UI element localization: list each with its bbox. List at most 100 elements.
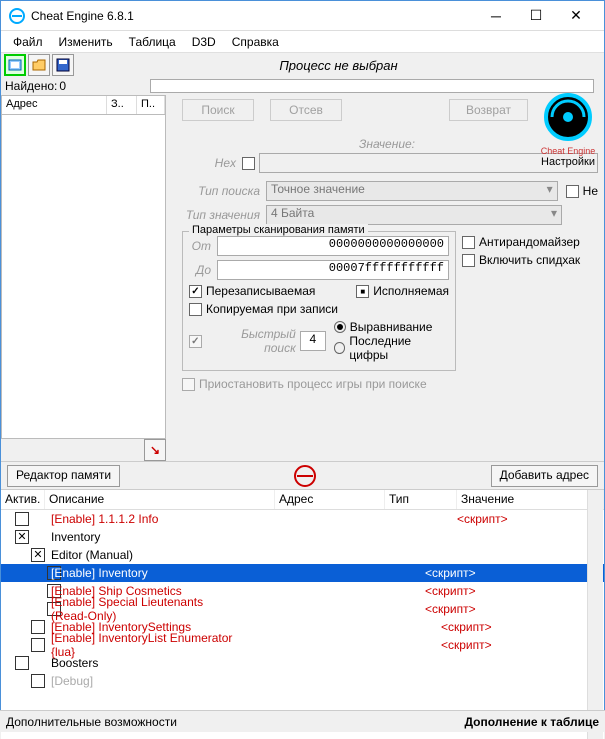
- address-list[interactable]: [Enable] 1.1.1.2 Info <скрипт> Inventory Ed…: [1, 510, 604, 690]
- clear-list-icon[interactable]: [294, 465, 316, 487]
- memory-view-button[interactable]: Редактор памяти: [7, 465, 120, 487]
- table-extras-link[interactable]: Дополнение к таблице: [464, 715, 599, 729]
- open-process-button[interactable]: [4, 54, 26, 76]
- process-status: Процесс не выбран: [75, 58, 602, 73]
- menu-d3d[interactable]: D3D: [184, 33, 224, 51]
- alignment-label: Выравнивание: [350, 320, 433, 334]
- settings-link[interactable]: Настройки: [536, 156, 600, 168]
- row-description: [Enable] Inventory: [45, 566, 243, 580]
- minimize-button[interactable]: ─: [476, 2, 516, 30]
- logo-area[interactable]: Cheat Engine Настройки: [536, 91, 600, 168]
- row-description: [Enable] Special Lieutenants (Read-Only): [45, 595, 243, 623]
- range-start-input[interactable]: 0000000000000000: [217, 236, 449, 256]
- value-type-select[interactable]: 4 Байта: [266, 205, 562, 225]
- speedhack-checkbox[interactable]: [462, 254, 475, 267]
- row-description: [Enable] 1.1.1.2 Info: [45, 512, 275, 526]
- first-scan-button[interactable]: Поиск: [182, 99, 254, 121]
- advanced-options-link[interactable]: Дополнительные возможности: [6, 715, 177, 729]
- memory-scan-options-title: Параметры сканирования памяти: [189, 224, 368, 236]
- active-checkbox[interactable]: [31, 674, 45, 688]
- active-checkbox[interactable]: [31, 548, 45, 562]
- found-label: Найдено:: [5, 79, 57, 93]
- table-row[interactable]: [Debug]: [1, 672, 604, 690]
- writable-label: Перезаписываемая: [206, 284, 315, 298]
- scan-type-select[interactable]: Точное значение: [266, 181, 558, 201]
- alignment-radio[interactable]: [334, 321, 346, 333]
- row-description: Boosters: [45, 656, 275, 670]
- row-description: Inventory: [45, 530, 275, 544]
- add-address-manual-button[interactable]: Добавить адрес: [491, 465, 598, 487]
- active-checkbox[interactable]: [15, 530, 29, 544]
- active-checkbox[interactable]: [15, 512, 29, 526]
- executable-label: Исполняемая: [373, 284, 449, 298]
- logo-caption: Cheat Engine: [536, 146, 600, 156]
- not-label: Не: [583, 184, 598, 198]
- fast-scan-checkbox[interactable]: [189, 335, 202, 348]
- table-row[interactable]: [Enable] Special Lieutenants (Read-Only)…: [1, 600, 604, 618]
- menu-help[interactable]: Справка: [224, 33, 287, 51]
- fast-scan-label: Быстрый поиск: [210, 327, 296, 355]
- pause-game-checkbox[interactable]: [182, 378, 195, 391]
- table-row[interactable]: [Enable] Inventory <скрипт>: [1, 564, 604, 582]
- writable-checkbox[interactable]: [189, 285, 202, 298]
- to-label: До: [189, 263, 211, 277]
- next-scan-button[interactable]: Отсев: [270, 99, 342, 121]
- active-checkbox[interactable]: [15, 656, 29, 670]
- value-label: Значение:: [359, 137, 415, 151]
- executable-checkbox[interactable]: [356, 285, 369, 298]
- add-to-address-list-button[interactable]: ↘: [144, 439, 166, 461]
- value-type-label: Тип значения: [182, 208, 260, 222]
- th-type[interactable]: Тип: [385, 490, 457, 509]
- unrandomizer-label: Антирандомайзер: [479, 235, 580, 249]
- from-label: От: [189, 239, 211, 253]
- active-checkbox[interactable]: [31, 620, 45, 634]
- table-row[interactable]: [Enable] InventoryList Enumerator {lua}<…: [1, 636, 604, 654]
- row-description: [Enable] InventoryList Enumerator {lua}: [45, 631, 259, 659]
- col-address[interactable]: Адрес: [2, 96, 107, 114]
- range-stop-input[interactable]: 00007fffffffffff: [217, 260, 449, 280]
- progress-bar: [150, 79, 594, 93]
- table-row[interactable]: Boosters: [1, 654, 604, 672]
- speedhack-label: Включить спидхак: [479, 253, 580, 267]
- table-row[interactable]: Inventory: [1, 528, 604, 546]
- table-row[interactable]: Editor (Manual): [1, 546, 604, 564]
- active-checkbox[interactable]: [31, 638, 45, 652]
- maximize-button[interactable]: ☐: [516, 2, 556, 30]
- table-row[interactable]: [Enable] 1.1.1.2 Info <скрипт>: [1, 510, 604, 528]
- menu-file[interactable]: Файл: [5, 33, 51, 51]
- last-digits-radio[interactable]: [334, 342, 346, 354]
- th-address[interactable]: Адрес: [275, 490, 385, 509]
- results-list[interactable]: [1, 115, 166, 439]
- unrandomizer-checkbox[interactable]: [462, 236, 475, 249]
- copy-on-write-checkbox[interactable]: [189, 303, 202, 316]
- row-description: [Debug]: [45, 674, 259, 688]
- scrollbar[interactable]: [587, 490, 603, 739]
- app-icon: [9, 8, 25, 24]
- row-value: <скрипт>: [441, 638, 492, 652]
- menu-table[interactable]: Таблица: [121, 33, 184, 51]
- row-value: <скрипт>: [425, 602, 476, 616]
- col-previous[interactable]: П..: [137, 96, 165, 114]
- hex-label: Hex: [182, 156, 236, 170]
- row-description: Editor (Manual): [45, 548, 259, 562]
- menu-edit[interactable]: Изменить: [51, 33, 121, 51]
- row-value: <скрипт>: [457, 512, 508, 526]
- found-count: 0: [59, 79, 66, 93]
- th-description[interactable]: Описание: [45, 490, 275, 509]
- th-value[interactable]: Значение: [457, 490, 604, 509]
- not-checkbox[interactable]: [566, 185, 579, 198]
- close-button[interactable]: ✕: [556, 2, 596, 30]
- th-active[interactable]: Актив.: [1, 490, 45, 509]
- save-button[interactable]: [52, 54, 74, 76]
- pause-game-label: Приостановить процесс игры при поиске: [199, 377, 427, 391]
- window-title: Cheat Engine 6.8.1: [31, 9, 476, 23]
- undo-scan-button[interactable]: Возврат: [449, 99, 528, 121]
- col-value[interactable]: З..: [107, 96, 137, 114]
- hex-checkbox[interactable]: [242, 157, 255, 170]
- row-value: <скрипт>: [425, 566, 476, 580]
- alignment-input[interactable]: 4: [300, 331, 326, 351]
- copy-on-write-label: Копируемая при записи: [206, 302, 338, 316]
- open-file-button[interactable]: [28, 54, 50, 76]
- row-value: <скрипт>: [441, 620, 492, 634]
- row-value: <скрипт>: [425, 584, 476, 598]
